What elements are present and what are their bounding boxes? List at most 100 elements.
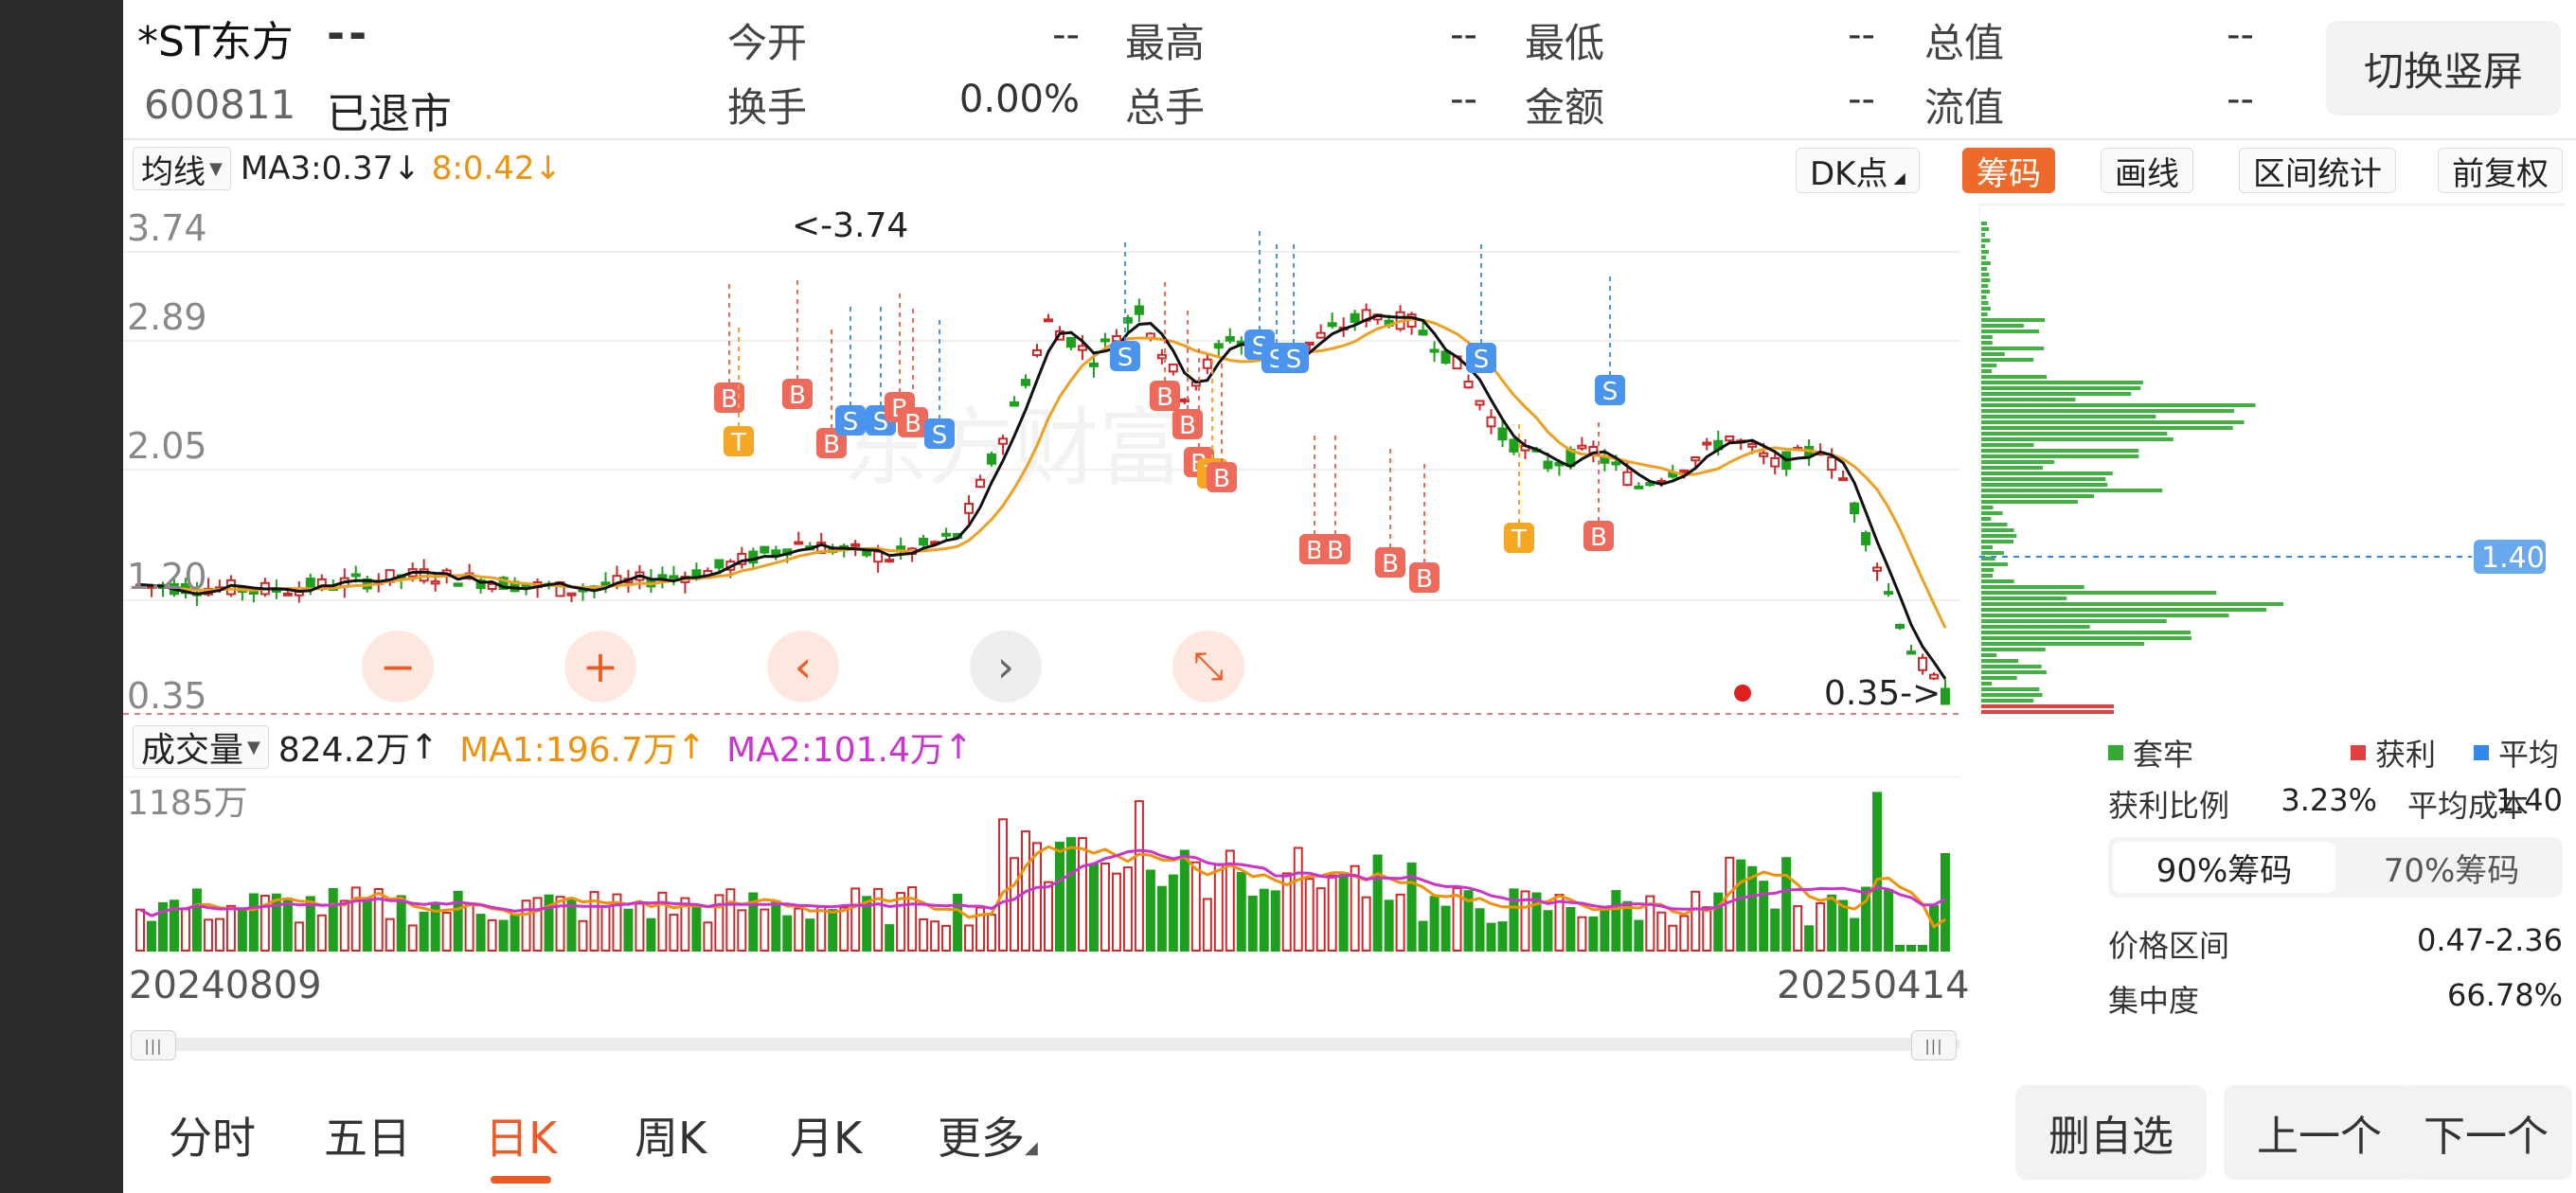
zoom-out-button[interactable]: − [362, 631, 434, 703]
forward-adjust-button[interactable]: 前复权 [2438, 148, 2563, 193]
quote-value-volume: -- [1450, 78, 1477, 121]
quote-label-market-cap: 总值 [1924, 20, 2005, 66]
volume-bar [441, 912, 452, 953]
chip-bar-trapped [1981, 290, 1991, 294]
volume-bar [1145, 869, 1155, 952]
system-sidebar [0, 0, 123, 1193]
volume-bar [760, 908, 770, 953]
tab-weekly-k[interactable]: 周K [635, 1104, 707, 1166]
ma-selector[interactable]: 均线 ▼ [133, 147, 231, 191]
volume-bar [453, 890, 463, 953]
draw-line-button[interactable]: 画线 [2101, 148, 2193, 193]
volume-bar [1077, 837, 1087, 952]
volume-bar [703, 921, 713, 952]
chip-bar-trapped [1981, 466, 2043, 470]
chips-button[interactable]: 筹码 [1962, 148, 2055, 193]
tab-intraday[interactable]: 分时 [169, 1104, 256, 1166]
candle-body [1702, 441, 1712, 446]
signal-letter: S [1286, 346, 1302, 374]
stock-price: -- [327, 8, 371, 59]
volume-bar [1690, 890, 1701, 952]
candle-body [1065, 336, 1076, 348]
chip-bar-trapped [1981, 415, 2156, 418]
chip-bar-trapped [1981, 517, 1992, 521]
compress-button[interactable]: ⤡ [1172, 631, 1244, 703]
chip-bar-trapped [1981, 483, 2108, 487]
tab-five-day[interactable]: 五日 [324, 1104, 411, 1166]
dk-point-label: DK点 [1810, 154, 1888, 193]
zoom-in-button[interactable]: + [564, 631, 636, 703]
volume-bar [248, 893, 259, 953]
volume-bar [816, 905, 827, 952]
candle-body [350, 573, 361, 578]
remove-watchlist-button[interactable]: 删自选 [2015, 1085, 2207, 1180]
chip-bar-trapped [1981, 636, 2191, 640]
chip-bar-trapped [1981, 472, 2113, 475]
volume-bar [805, 918, 815, 953]
volume-bar [532, 897, 543, 952]
volume-bar [1781, 857, 1792, 952]
chip-bar-trapped [1981, 585, 2084, 589]
scroll-left-button[interactable]: ‹ [767, 631, 839, 703]
volume-bar [600, 905, 611, 952]
range-scrollbar[interactable] [133, 1038, 1960, 1051]
volume-bar [134, 908, 145, 953]
chip-bar-trapped [1981, 437, 2174, 441]
dk-point-button[interactable]: DK点 ◢ [1796, 148, 1920, 193]
tab-more[interactable]: 更多◢ [938, 1104, 1038, 1166]
corner-triangle-icon: ◢ [1893, 169, 1905, 187]
volume-bar [885, 924, 895, 953]
chip-bar-trapped [1981, 648, 2046, 651]
chip-bar-trapped [1981, 222, 1988, 225]
chip-bar-trapped [1981, 670, 2047, 674]
chip-bar-trapped [1981, 511, 2003, 515]
candle-body [771, 549, 781, 556]
signal-letter: B [823, 431, 840, 459]
chip-bar-trapped [1981, 392, 2132, 396]
previous-stock-button[interactable]: 上一个 [2224, 1085, 2415, 1180]
volume-bar [1202, 898, 1212, 952]
legend-label-profit: 获利 [2375, 737, 2437, 773]
quote-value-amount: -- [1848, 78, 1875, 121]
avg-cost-value: 1.40 [2495, 782, 2563, 818]
volume-bar [203, 918, 213, 953]
candle-body [919, 537, 929, 546]
signal-letter: S [843, 408, 859, 436]
legend-label-average: 平均 [2498, 737, 2560, 773]
candle-body [1747, 442, 1758, 448]
volume-bar [1304, 878, 1315, 952]
switch-portrait-button[interactable]: 切换竖屏 [2326, 21, 2561, 116]
tab-daily-k[interactable]: 日K [485, 1104, 557, 1166]
quote-value-low: -- [1848, 13, 1875, 57]
legend-swatch-average [2474, 745, 2489, 760]
chip-bar-trapped [1981, 358, 2034, 362]
candle-body [248, 591, 259, 596]
volume-bar [1213, 863, 1224, 952]
chip-bar-trapped [1981, 665, 2042, 668]
signal-letter: B [904, 410, 921, 438]
volume-selector[interactable]: 成交量 ▼ [133, 725, 269, 770]
volume-bar [907, 886, 918, 952]
range-stats-button[interactable]: 区间统计 [2239, 148, 2396, 193]
volume-chart[interactable]: 1185万 [123, 776, 1960, 954]
range-handle-right[interactable]: ||| [1911, 1030, 1957, 1060]
scroll-right-button[interactable]: › [970, 631, 1042, 703]
volume-bar [419, 911, 429, 953]
signal-letter: S [1602, 378, 1619, 406]
volume-bar [1270, 890, 1280, 952]
chip-bar-trapped [1981, 579, 2014, 583]
chip-bar-trapped [1981, 420, 2245, 424]
tab-more-label: 更多 [938, 1113, 1025, 1164]
candle-body [850, 543, 861, 547]
tab-90-percent[interactable]: 90%筹码 [2113, 842, 2335, 893]
volume-bar [1804, 925, 1815, 953]
signal-letter: S [1474, 346, 1490, 374]
tab-70-percent[interactable]: 70%筹码 [2340, 837, 2563, 898]
candle-body [430, 580, 440, 585]
range-handle-left[interactable]: ||| [131, 1030, 176, 1060]
volume-bar [1293, 846, 1303, 952]
tab-monthly-k[interactable]: 月K [790, 1104, 862, 1166]
volume-bar [987, 914, 997, 953]
next-stock-button[interactable]: 下一个 [2400, 1085, 2572, 1180]
signal-letter: B [721, 385, 738, 414]
